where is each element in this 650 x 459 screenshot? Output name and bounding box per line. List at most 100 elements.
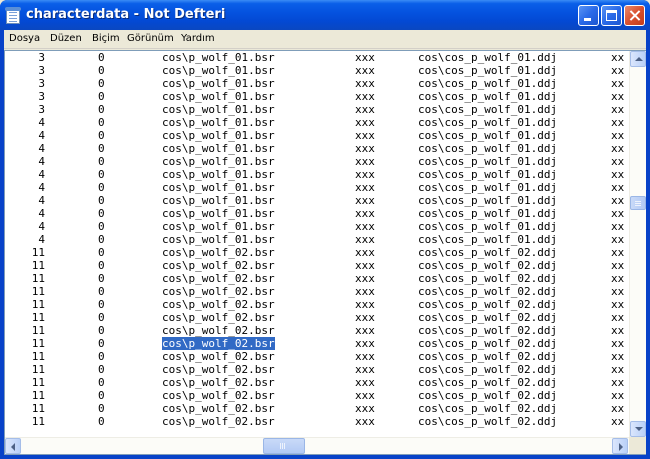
text-line[interactable]: 4 0 cos\p_wolf_01.bsr xxx cos\cos_p_wolf_01.… xyxy=(5,194,629,207)
text-line[interactable]: 4 0 cos\p_wolf_01.bsr xxx cos\cos_p_wolf_01.… xyxy=(5,233,629,246)
line-flag: 0 xyxy=(98,194,105,207)
text-line[interactable]: 3 0 cos\p_wolf_01.bsr xxx cos\cos_p_wolf_01.… xyxy=(5,77,629,90)
line-placeholder: xxx xyxy=(355,168,375,181)
text-line[interactable]: 3 0 cos\p_wolf_01.bsr xxx cos\cos_p_wolf_01.… xyxy=(5,103,629,116)
text-editor[interactable]: 3 0 cos\p_wolf_01.bsr xxx cos\cos_p_wolf_01.… xyxy=(4,50,646,455)
text-line[interactable]: 3 0 cos\p_wolf_01.bsr xxx cos\cos_p_wolf_01.… xyxy=(5,90,629,103)
scroll-right-button[interactable] xyxy=(612,438,628,454)
scroll-down-button[interactable] xyxy=(630,421,646,437)
menu-view[interactable]: Görünüm xyxy=(127,33,174,44)
line-extra: xx xyxy=(611,311,625,324)
line-flag: 0 xyxy=(98,337,105,350)
line-id: 11 xyxy=(31,350,45,363)
line-texture-path: cos\cos_p_wolf_01.ddj xyxy=(418,90,558,103)
scroll-up-button[interactable] xyxy=(630,51,646,67)
text-line[interactable]: 3 0 cos\p_wolf_01.bsr xxx cos\cos_p_wolf_01.… xyxy=(5,64,629,77)
line-extra: xx xyxy=(611,181,625,194)
text-line[interactable]: 11 0 cos\p_wolf_02.bsr xxx cos\cos_p_wolf_02… xyxy=(5,272,629,285)
text-line[interactable]: 11 0 cos\p_wolf_02.bsr xxx cos\cos_p_wolf_02… xyxy=(5,363,629,376)
text-line[interactable]: 11 0 cos\p_wolf_02.bsr xxx cos\cos_p_wolf_02… xyxy=(5,350,629,363)
vertical-scrollbar[interactable] xyxy=(629,51,646,437)
line-flag: 0 xyxy=(98,220,105,233)
text-line[interactable]: 11 0 cos\p_wolf_02.bsr xxx cos\cos_p_wolf_02… xyxy=(5,246,629,259)
line-extra: xx xyxy=(611,129,625,142)
line-placeholder: xxx xyxy=(355,103,375,116)
line-id: 11 xyxy=(31,324,45,337)
line-extra: xx xyxy=(611,285,625,298)
notepad-icon[interactable] xyxy=(5,7,21,24)
line-model-path: cos\p_wolf_01.bsr xyxy=(162,207,275,220)
vertical-scroll-thumb[interactable] xyxy=(630,196,646,211)
line-extra: xx xyxy=(611,64,625,77)
text-content[interactable]: 3 0 cos\p_wolf_01.bsr xxx cos\cos_p_wolf_01.… xyxy=(5,51,629,437)
line-flag: 0 xyxy=(98,402,105,415)
line-flag: 0 xyxy=(98,246,105,259)
text-line[interactable]: 11 0 cos\p_wolf_02.bsr xxx cos\cos_p_wolf_02… xyxy=(5,389,629,402)
line-placeholder: xxx xyxy=(355,155,375,168)
text-line[interactable]: 4 0 cos\p_wolf_01.bsr xxx cos\cos_p_wolf_01.… xyxy=(5,155,629,168)
line-id: 4 xyxy=(38,194,45,207)
text-line[interactable]: 4 0 cos\p_wolf_01.bsr xxx cos\cos_p_wolf_01.… xyxy=(5,220,629,233)
menu-file[interactable]: Dosya xyxy=(9,33,40,44)
line-extra: xx xyxy=(611,168,625,181)
line-id: 4 xyxy=(38,233,45,246)
text-line[interactable]: 11 0 cos\p_wolf_02.bsr xxx cos\cos_p_wolf_02… xyxy=(5,324,629,337)
text-line[interactable]: 11 0 cos\p_wolf_02.bsr xxx cos\cos_p_wolf_02… xyxy=(5,311,629,324)
title-bar[interactable]: characterdata - Not Defteri xyxy=(0,0,650,30)
line-extra: xx xyxy=(611,246,625,259)
close-button[interactable] xyxy=(624,5,645,26)
text-line[interactable]: 11 0 cos\p_wolf_02.bsr xxx cos\cos_p_wolf_02… xyxy=(5,337,629,350)
line-extra: xx xyxy=(611,415,625,428)
text-line[interactable]: 11 0 cos\p_wolf_02.bsr xxx cos\cos_p_wolf_02… xyxy=(5,298,629,311)
line-id: 4 xyxy=(38,142,45,155)
line-model-path: cos\p_wolf_02.bsr xyxy=(162,298,275,311)
line-texture-path: cos\cos_p_wolf_01.ddj xyxy=(418,116,558,129)
horizontal-scroll-thumb[interactable] xyxy=(262,438,305,454)
line-id: 11 xyxy=(31,402,45,415)
line-texture-path: cos\cos_p_wolf_02.ddj xyxy=(418,415,558,428)
menu-format[interactable]: Biçim xyxy=(92,33,120,44)
line-extra: xx xyxy=(611,259,625,272)
line-model-path: cos\p_wolf_01.bsr xyxy=(162,194,275,207)
line-extra: xx xyxy=(611,103,625,116)
line-id: 11 xyxy=(31,363,45,376)
horizontal-scrollbar[interactable] xyxy=(5,437,629,454)
line-flag: 0 xyxy=(98,363,105,376)
line-texture-path: cos\cos_p_wolf_01.ddj xyxy=(418,64,558,77)
line-model-path: cos\p_wolf_01.bsr xyxy=(162,64,275,77)
line-placeholder: xxx xyxy=(355,350,375,363)
line-id: 11 xyxy=(31,389,45,402)
line-model-path: cos\p_wolf_02.bsr xyxy=(162,246,275,259)
line-id: 4 xyxy=(38,155,45,168)
line-model-path: cos\p_wolf_01.bsr xyxy=(162,181,275,194)
line-model-path: cos\p_wolf_02.bsr xyxy=(162,259,275,272)
text-line[interactable]: 4 0 cos\p_wolf_01.bsr xxx cos\cos_p_wolf_01.… xyxy=(5,116,629,129)
text-line[interactable]: 3 0 cos\p_wolf_01.bsr xxx cos\cos_p_wolf_01.… xyxy=(5,51,629,64)
line-model-path: cos\p_wolf_01.bsr xyxy=(162,51,275,64)
line-extra: xx xyxy=(611,233,625,246)
text-line[interactable]: 4 0 cos\p_wolf_01.bsr xxx cos\cos_p_wolf_01.… xyxy=(5,181,629,194)
line-texture-path: cos\cos_p_wolf_01.ddj xyxy=(418,194,558,207)
text-line[interactable]: 11 0 cos\p_wolf_02.bsr xxx cos\cos_p_wolf_02… xyxy=(5,415,629,428)
arrow-right-icon xyxy=(619,443,623,451)
text-line[interactable]: 11 0 cos\p_wolf_02.bsr xxx cos\cos_p_wolf_02… xyxy=(5,285,629,298)
scroll-left-button[interactable] xyxy=(5,438,21,454)
text-line[interactable]: 4 0 cos\p_wolf_01.bsr xxx cos\cos_p_wolf_01.… xyxy=(5,207,629,220)
menu-edit[interactable]: Düzen xyxy=(50,33,82,44)
text-line[interactable]: 11 0 cos\p_wolf_02.bsr xxx cos\cos_p_wolf_02… xyxy=(5,402,629,415)
line-placeholder: xxx xyxy=(355,207,375,220)
text-line[interactable]: 4 0 cos\p_wolf_01.bsr xxx cos\cos_p_wolf_01.… xyxy=(5,168,629,181)
line-extra: xx xyxy=(611,337,625,350)
minimize-button[interactable] xyxy=(578,5,599,26)
line-model-path: cos\p_wolf_01.bsr xyxy=(162,155,275,168)
line-texture-path: cos\cos_p_wolf_01.ddj xyxy=(418,103,558,116)
text-line[interactable]: 11 0 cos\p_wolf_02.bsr xxx cos\cos_p_wolf_02… xyxy=(5,259,629,272)
line-placeholder: xxx xyxy=(355,259,375,272)
maximize-icon xyxy=(606,10,617,21)
line-texture-path: cos\cos_p_wolf_02.ddj xyxy=(418,272,558,285)
menu-help[interactable]: Yardım xyxy=(181,33,215,44)
maximize-button[interactable] xyxy=(601,5,622,26)
text-line[interactable]: 11 0 cos\p_wolf_02.bsr xxx cos\cos_p_wolf_02… xyxy=(5,376,629,389)
text-line[interactable]: 4 0 cos\p_wolf_01.bsr xxx cos\cos_p_wolf_01.… xyxy=(5,129,629,142)
text-line[interactable]: 4 0 cos\p_wolf_01.bsr xxx cos\cos_p_wolf_01.… xyxy=(5,142,629,155)
